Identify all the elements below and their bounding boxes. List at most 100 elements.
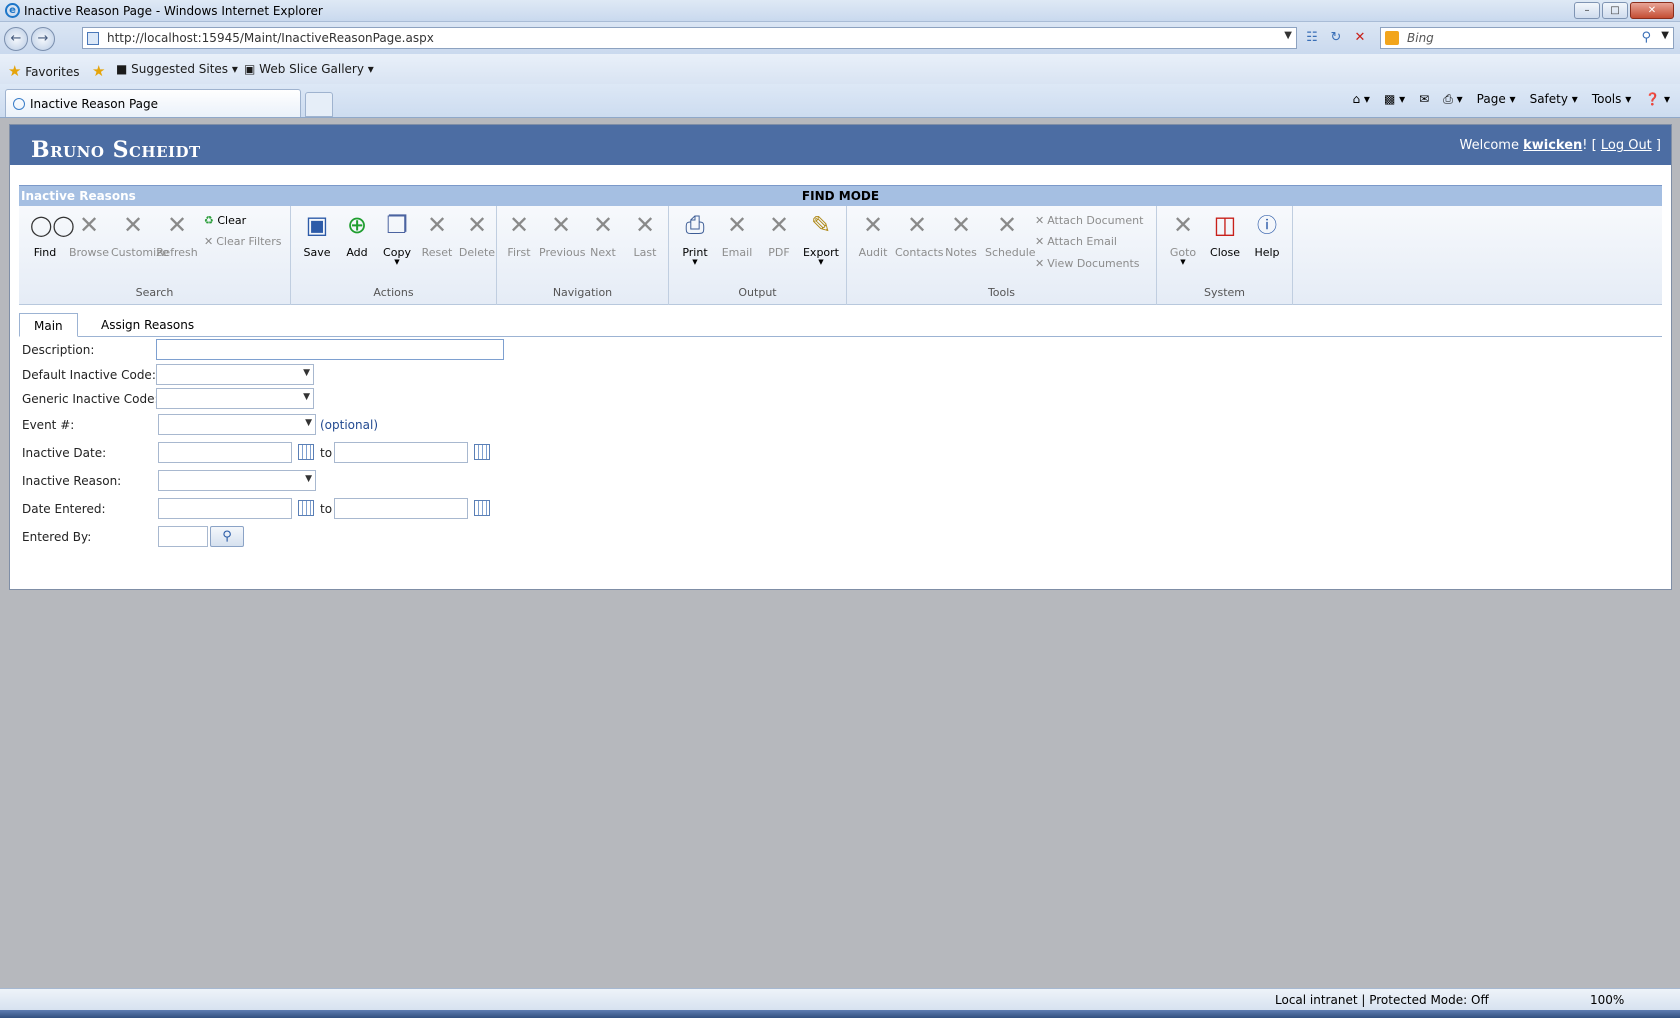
maximize-button[interactable]: □ [1602,2,1628,19]
contacts-button[interactable]: ✕ Contacts [895,210,944,259]
chevron-down-icon[interactable]: ▼ [1284,30,1292,41]
calendar-icon[interactable] [474,444,490,460]
tab-assign-reasons[interactable]: Assign Reasons [87,313,208,337]
close-button[interactable]: ◫ Close [1203,210,1247,259]
view-documents-button[interactable]: ✕ View Documents [1035,257,1140,270]
star-icon: ★ [8,62,22,80]
search-icon[interactable]: ⚲ [1641,30,1651,45]
clear-filters-button[interactable]: ✕ Clear Filters [204,235,281,248]
home-icon[interactable]: ⌂ ▾ [1353,92,1370,107]
x-icon: ✕ [122,211,144,239]
tools-menu[interactable]: Tools ▾ [1592,92,1631,107]
inactive-date-from-input[interactable] [158,442,292,463]
date-entered-from-input[interactable] [158,498,292,519]
attach-document-button[interactable]: ✕ Attach Document [1035,214,1143,227]
chevron-down-icon: ▼ [394,258,400,266]
refresh-label: Refresh [156,246,198,259]
description-input[interactable] [156,339,504,360]
pdf-button[interactable]: ✕ PDF [757,210,801,259]
schedule-button[interactable]: ✕ Schedule [985,210,1036,259]
date-entered-to-input[interactable] [334,498,468,519]
tab-main[interactable]: Main [19,313,78,337]
page-menu[interactable]: Page ▾ [1477,92,1516,107]
last-button[interactable]: ✕ Last [623,210,667,259]
goto-button[interactable]: ✕ Goto ▼ [1161,210,1205,266]
email-button[interactable]: ✕ Email [715,210,759,259]
notes-button[interactable]: ✕ Notes [939,210,983,259]
web-slice-gallery-link[interactable]: ▣ Web Slice Gallery ▾ [244,62,374,76]
previous-button[interactable]: ✕ Previous [539,210,586,259]
add-button[interactable]: ⊕ Add [335,210,379,259]
calendar-icon[interactable] [474,500,490,516]
user-link[interactable]: kwicken [1523,138,1582,153]
x-icon: ✕ [634,211,656,239]
page-menu-label: Page [1476,92,1506,106]
generic-code-select[interactable]: ▼ [156,388,314,409]
mail-icon[interactable]: ✉ [1419,92,1429,107]
print-icon[interactable]: ⎙ ▾ [1443,92,1462,107]
export-button[interactable]: ✎ Export ▼ [799,210,843,266]
favorites-button[interactable]: ★ Favorites [8,62,80,80]
save-icon: ▣ [305,211,329,239]
compat-view-icon[interactable]: ☷ [1302,27,1322,49]
refresh-button[interactable]: ✕ Refresh [155,210,199,259]
save-button[interactable]: ▣ Save [295,210,339,259]
browse-label: Browse [68,246,110,259]
customize-button[interactable]: ✕ Customize [111,210,169,259]
minimize-button[interactable]: – [1574,2,1600,19]
event-select[interactable]: ▼ [158,414,316,435]
stop-icon[interactable]: ✕ [1350,27,1370,49]
safety-menu[interactable]: Safety ▾ [1530,92,1578,107]
audit-button[interactable]: ✕ Audit [851,210,895,259]
calendar-icon[interactable] [298,444,314,460]
chevron-down-icon: ▼ [305,418,312,428]
forward-button[interactable]: → [31,27,55,51]
logout-link[interactable]: Log Out [1601,138,1652,153]
window-titlebar: e Inactive Reason Page - Windows Interne… [0,0,1680,22]
attach-email-button[interactable]: ✕ Attach Email [1035,235,1117,248]
calendar-icon[interactable] [298,500,314,516]
help-button[interactable]: ⓘ Help [1245,210,1289,259]
back-button[interactable]: ← [4,27,28,51]
help-icon[interactable]: ❓ ▾ [1645,92,1670,107]
delete-button[interactable]: ✕ Delete [455,210,499,259]
browser-tab[interactable]: Inactive Reason Page [5,89,301,117]
app-banner: Bruno Scheidt Welcome kwicken! [ Log Out… [10,125,1671,165]
clear-button[interactable]: ♻ Clear [204,214,246,227]
add-favorite-icon[interactable]: ★ [92,62,105,80]
next-button[interactable]: ✕ Next [581,210,625,259]
address-bar[interactable]: http://localhost:15945/Maint/InactiveRea… [82,27,1297,49]
ribbon-group-output: ⎙ Print ▼ ✕ Email ✕ PDF ✎ Export ▼ Output [669,206,847,305]
address-url[interactable]: http://localhost:15945/Maint/InactiveRea… [107,31,434,45]
refresh-icon[interactable]: ↻ [1326,27,1346,49]
browse-button[interactable]: ✕ Browse [67,210,111,259]
previous-label: Previous [539,246,586,259]
page-favicon-icon [13,98,25,110]
first-button[interactable]: ✕ First [497,210,541,259]
window-title: Inactive Reason Page - Windows Internet … [24,4,323,18]
print-button[interactable]: ⎙ Print ▼ [673,210,717,266]
content-tabs: Main Assign Reasons [19,313,1662,337]
close-window-button[interactable]: ✕ [1630,2,1674,19]
add-label: Add [346,246,368,259]
group-label-output: Output [738,286,777,299]
last-label: Last [633,246,657,259]
search-input[interactable]: Bing ⚲ ▼ [1380,27,1674,49]
entered-by-input[interactable] [158,526,208,547]
inactive-reason-select[interactable]: ▼ [158,470,316,491]
inactive-date-to-input[interactable] [334,442,468,463]
ie-logo-icon: e [5,3,20,18]
reset-button[interactable]: ✕ Reset [415,210,459,259]
feeds-icon[interactable]: ▩ ▾ [1384,92,1405,107]
row-inactive-date: Inactive Date: to [22,442,722,466]
find-button[interactable]: ◯◯ Find [23,210,75,259]
suggested-sites-link[interactable]: ■ Suggested Sites ▾ [116,62,238,76]
zoom-level[interactable]: 100% [1590,993,1624,1007]
taskbar [0,1010,1680,1018]
new-tab-button[interactable] [305,92,333,117]
copy-button[interactable]: ❐ Copy ▼ [375,210,419,266]
default-code-select[interactable]: ▼ [156,364,314,385]
entered-by-lookup-button[interactable]: ⚲ [210,526,244,547]
safety-menu-label: Safety [1529,92,1568,106]
chevron-down-icon[interactable]: ▼ [1661,30,1669,41]
